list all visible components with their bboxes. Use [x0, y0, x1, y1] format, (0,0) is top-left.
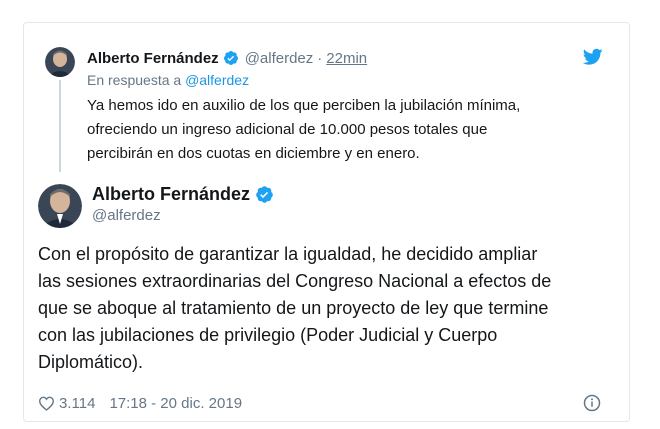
main-author-name[interactable]: Alberto Fernández	[92, 184, 250, 205]
parent-tweet-text: Ya hemos ido en auxilio de los que perci…	[87, 94, 567, 166]
reply-handle-link[interactable]: @alferdez	[185, 72, 249, 88]
like-count[interactable]: 3.114	[59, 395, 95, 412]
reply-to-line: En respuesta a @alferdez	[87, 72, 249, 88]
thread-line	[59, 80, 61, 172]
twitter-bird-icon[interactable]	[583, 48, 603, 66]
parent-text-line: percibirán en dos cuotas en diciembre y …	[87, 145, 420, 162]
main-handle[interactable]: @alferdez	[92, 207, 161, 224]
heart-icon[interactable]	[38, 396, 55, 411]
info-icon[interactable]	[583, 394, 601, 412]
separator: ·	[317, 49, 323, 67]
main-text-line: con las jubilaciones de privilegio (Pode…	[38, 325, 498, 345]
main-text-line: Con el propósito de garantizar la iguald…	[38, 244, 538, 264]
parent-avatar[interactable]	[45, 47, 75, 77]
parent-author-name[interactable]: Alberto Fernández	[87, 50, 219, 67]
parent-handle[interactable]: @alferdez	[245, 50, 314, 67]
tweet-footer: 3.114 17:18 - 20 dic. 2019	[38, 393, 242, 413]
main-avatar[interactable]	[38, 184, 82, 228]
main-text-line: Diplomático).	[38, 352, 144, 372]
verified-icon	[223, 51, 238, 65]
main-text-line: las sesiones extraordinarias del Congres…	[38, 271, 552, 291]
main-text-line: que se aboque al tratamiento de un proye…	[38, 298, 549, 318]
tweet-timestamp[interactable]: 17:18 - 20 dic. 2019	[109, 395, 242, 412]
parent-text-line: ofreciendo un ingreso adicional de 10.00…	[87, 121, 488, 138]
verified-icon	[256, 185, 273, 203]
reply-prefix: En respuesta a	[87, 72, 182, 88]
main-name-row: Alberto Fernández	[92, 183, 274, 205]
parent-time[interactable]: 22min	[326, 50, 367, 67]
parent-header: Alberto Fernández @alferdez · 22min	[87, 48, 367, 68]
parent-text-line: Ya hemos ido en auxilio de los que perci…	[87, 97, 521, 114]
main-tweet-text: Con el propósito de garantizar la iguald…	[38, 241, 618, 376]
